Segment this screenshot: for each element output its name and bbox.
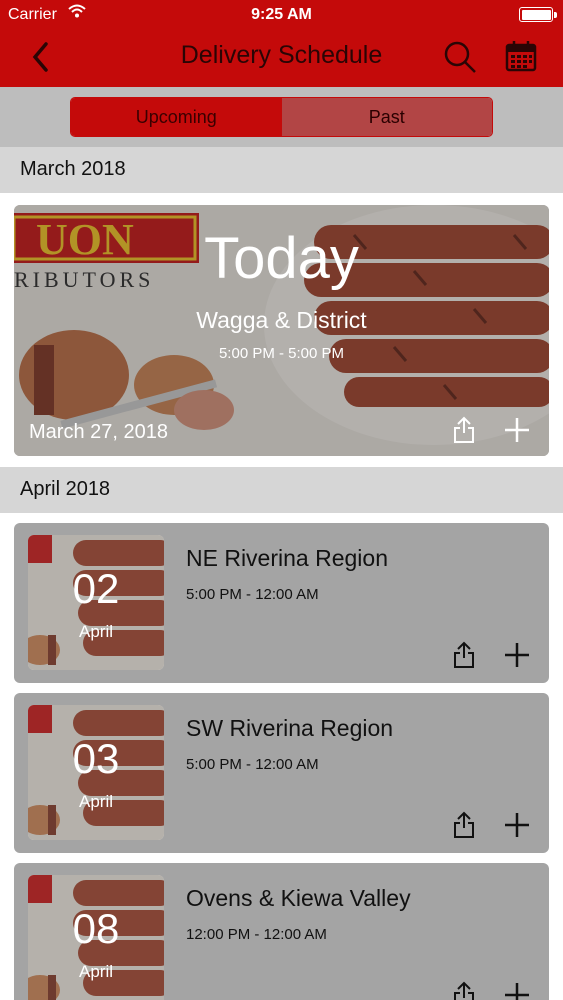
delivery-time: 5:00 PM - 12:00 AM [186,586,319,603]
delivery-region: Wagga & District [196,307,367,333]
section-header-march: March 2018 [0,147,563,193]
section-header-april: April 2018 [0,467,563,513]
delivery-date: March 27, 2018 [29,421,168,443]
share-icon[interactable] [452,641,476,669]
delivery-card[interactable]: 03 April SW Riverina Region 5:00 PM - 12… [14,693,549,853]
delivery-day: 08 [72,905,120,952]
delivery-region: Ovens & Kiewa Valley [186,885,411,911]
delivery-month: April [78,792,113,811]
page-title: Delivery Schedule [180,41,383,69]
share-icon[interactable] [452,981,476,1000]
tab-upcoming[interactable]: Upcoming [71,98,282,136]
calendar-icon[interactable] [505,40,537,72]
delivery-region: NE Riverina Region [186,545,388,571]
delivery-day: 02 [72,565,120,612]
add-icon[interactable] [504,982,530,1000]
delivery-time: 5:00 PM - 12:00 AM [186,756,319,773]
delivery-time: 12:00 PM - 12:00 AM [186,926,327,943]
add-icon[interactable] [504,642,530,668]
delivery-day: 03 [72,735,120,782]
today-label: Today [204,226,359,291]
search-icon[interactable] [443,40,477,74]
clock-label: 9:25 AM [251,6,312,23]
add-icon[interactable] [504,417,530,443]
thumbnail: 03 April [28,705,164,840]
delivery-region: SW Riverina Region [186,715,394,741]
tab-past[interactable]: Past [281,98,492,136]
schedule-segmented-control: Upcoming Past [70,97,493,137]
segment-bar: Upcoming Past [0,87,563,147]
battery-icon [519,7,557,22]
delivery-card[interactable]: 02 April NE Riverina Region 5:00 PM - 12… [14,523,549,683]
today-delivery-card[interactable]: UON RIBUTORS Today Wagga & District 5:00… [14,205,549,456]
thumbnail: 02 April [28,535,164,670]
delivery-month: April [78,622,113,641]
delivery-month: April [78,962,113,981]
delivery-card[interactable]: 08 April Ovens & Kiewa Valley 12:00 PM -… [14,863,549,1000]
add-icon[interactable] [504,812,530,838]
share-icon[interactable] [452,416,476,444]
status-bar: Carrier 9:25 AM [0,0,563,30]
delivery-time: 5:00 PM - 5:00 PM [218,345,345,362]
navigation-bar: Carrier 9:25 AM Delivery Schedule [0,0,563,87]
share-icon[interactable] [452,811,476,839]
thumbnail: 08 April [28,875,164,1000]
